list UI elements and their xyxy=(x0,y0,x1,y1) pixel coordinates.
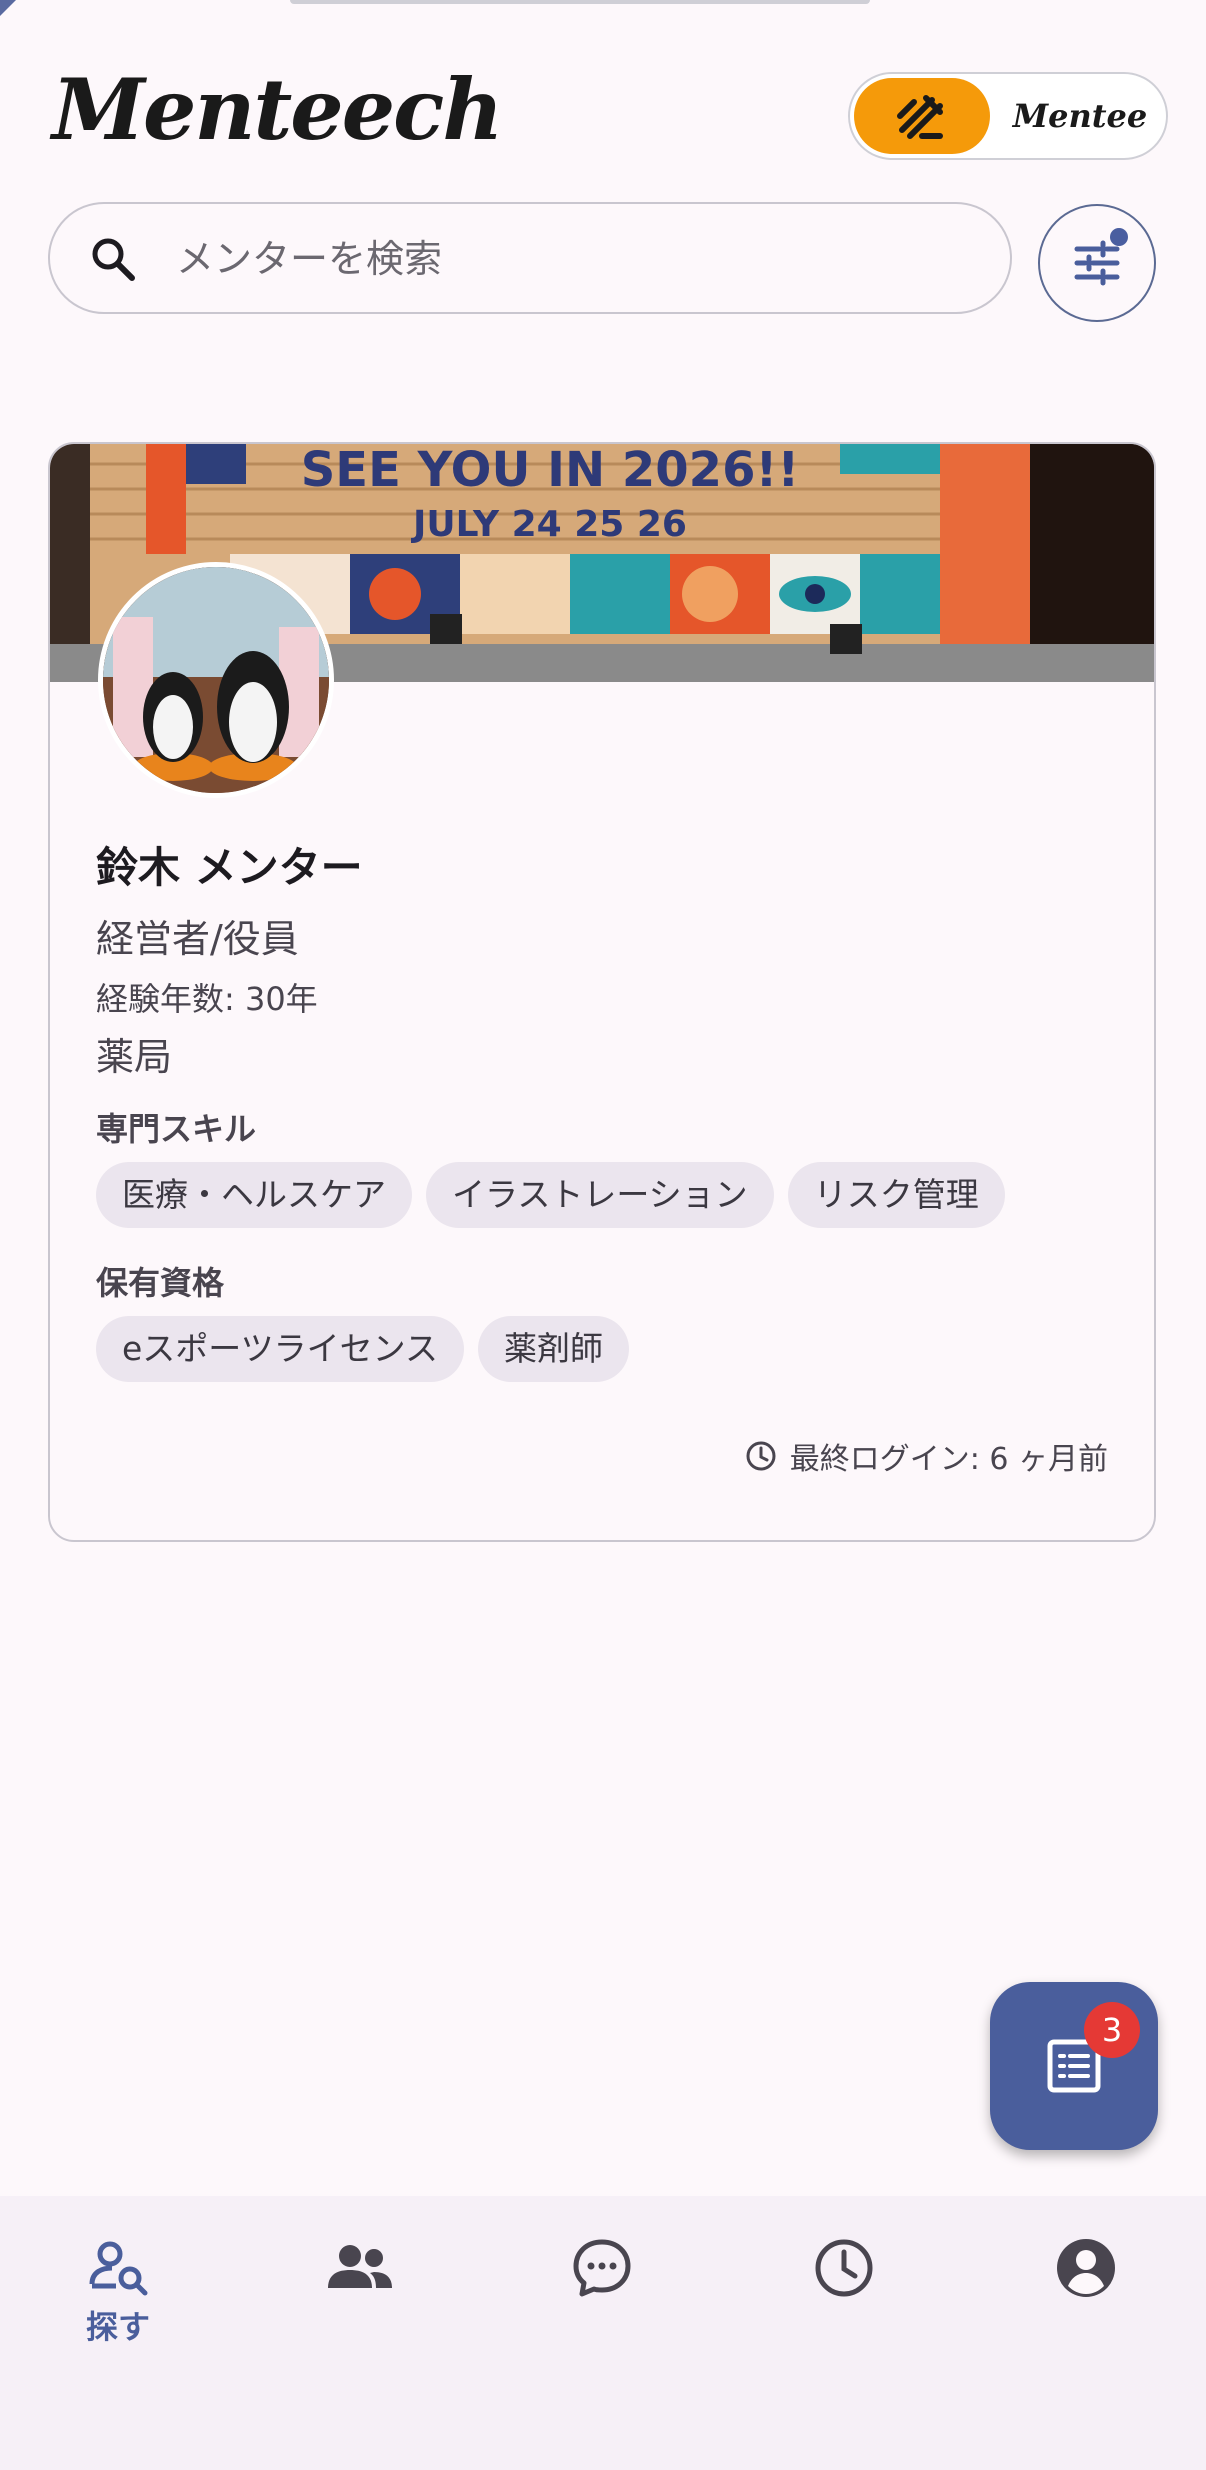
certs-chips: eスポーツライセンス 薬剤師 xyxy=(96,1316,629,1382)
filter-active-dot xyxy=(1110,228,1128,246)
last-login-text: 最終ログイン: 6 ヶ月前 xyxy=(789,1442,1108,1477)
skill-chip: イラストレーション xyxy=(426,1162,774,1228)
nav-history[interactable] xyxy=(784,2236,904,2376)
requests-fab[interactable]: 3 xyxy=(990,1982,1158,2150)
app-logo: Menteech xyxy=(52,60,503,159)
mentor-name: 鈴木 メンター xyxy=(96,843,363,892)
skills-chips: 医療・ヘルスケア イラストレーション リスク管理 xyxy=(96,1162,1005,1228)
cert-chip: eスポーツライセンス xyxy=(96,1316,464,1382)
mentee-mode-option[interactable]: Mentee xyxy=(1000,74,1160,158)
nav-explore-label: 探す xyxy=(85,2308,150,2346)
mentor-mode-option[interactable] xyxy=(854,78,990,154)
mode-toggle[interactable]: Mentee xyxy=(848,72,1168,160)
skills-title: 専門スキル xyxy=(96,1110,257,1148)
corner-indicator xyxy=(0,0,16,16)
mentor-experience: 経験年数: 30年 xyxy=(96,980,318,1018)
status-bar-handle xyxy=(290,0,870,4)
avatar xyxy=(98,562,334,798)
clock-icon xyxy=(746,1441,776,1471)
nav-people[interactable] xyxy=(300,2236,420,2376)
mentor-industry: 薬局 xyxy=(96,1035,173,1079)
account-circle-icon xyxy=(1057,2239,1115,2297)
nav-account[interactable] xyxy=(1026,2236,1146,2376)
mentor-role: 経営者/役員 xyxy=(96,917,299,961)
bottom-navigation: 探す xyxy=(0,2196,1206,2470)
nav-explore[interactable]: 探す xyxy=(58,2236,178,2376)
pencil-icon xyxy=(897,95,943,139)
cover-banner-line1: SEE YOU IN 2026!! xyxy=(301,444,800,498)
mentor-card[interactable]: SEE YOU IN 2026!! JULY 24 25 26 鈴木 メンター … xyxy=(48,442,1156,1542)
search-bar[interactable] xyxy=(48,202,1012,314)
last-login: 最終ログイン: 6 ヶ月前 xyxy=(744,1434,1108,1478)
search-person-icon xyxy=(89,2241,148,2296)
cover-banner-line2: JULY 24 25 26 xyxy=(410,504,687,545)
skill-chip: 医療・ヘルスケア xyxy=(96,1162,412,1228)
people-icon xyxy=(328,2245,392,2288)
certs-title: 保有資格 xyxy=(96,1264,225,1302)
history-clock-icon xyxy=(815,2239,873,2297)
chat-bubble-icon xyxy=(573,2239,631,2297)
search-input[interactable] xyxy=(174,224,978,294)
search-icon xyxy=(92,238,135,281)
skill-chip: リスク管理 xyxy=(787,1162,1005,1228)
notification-badge: 3 xyxy=(1084,2002,1140,2058)
filter-button[interactable] xyxy=(1038,204,1156,322)
nav-chat[interactable] xyxy=(542,2236,662,2376)
cert-chip: 薬剤師 xyxy=(477,1316,629,1382)
